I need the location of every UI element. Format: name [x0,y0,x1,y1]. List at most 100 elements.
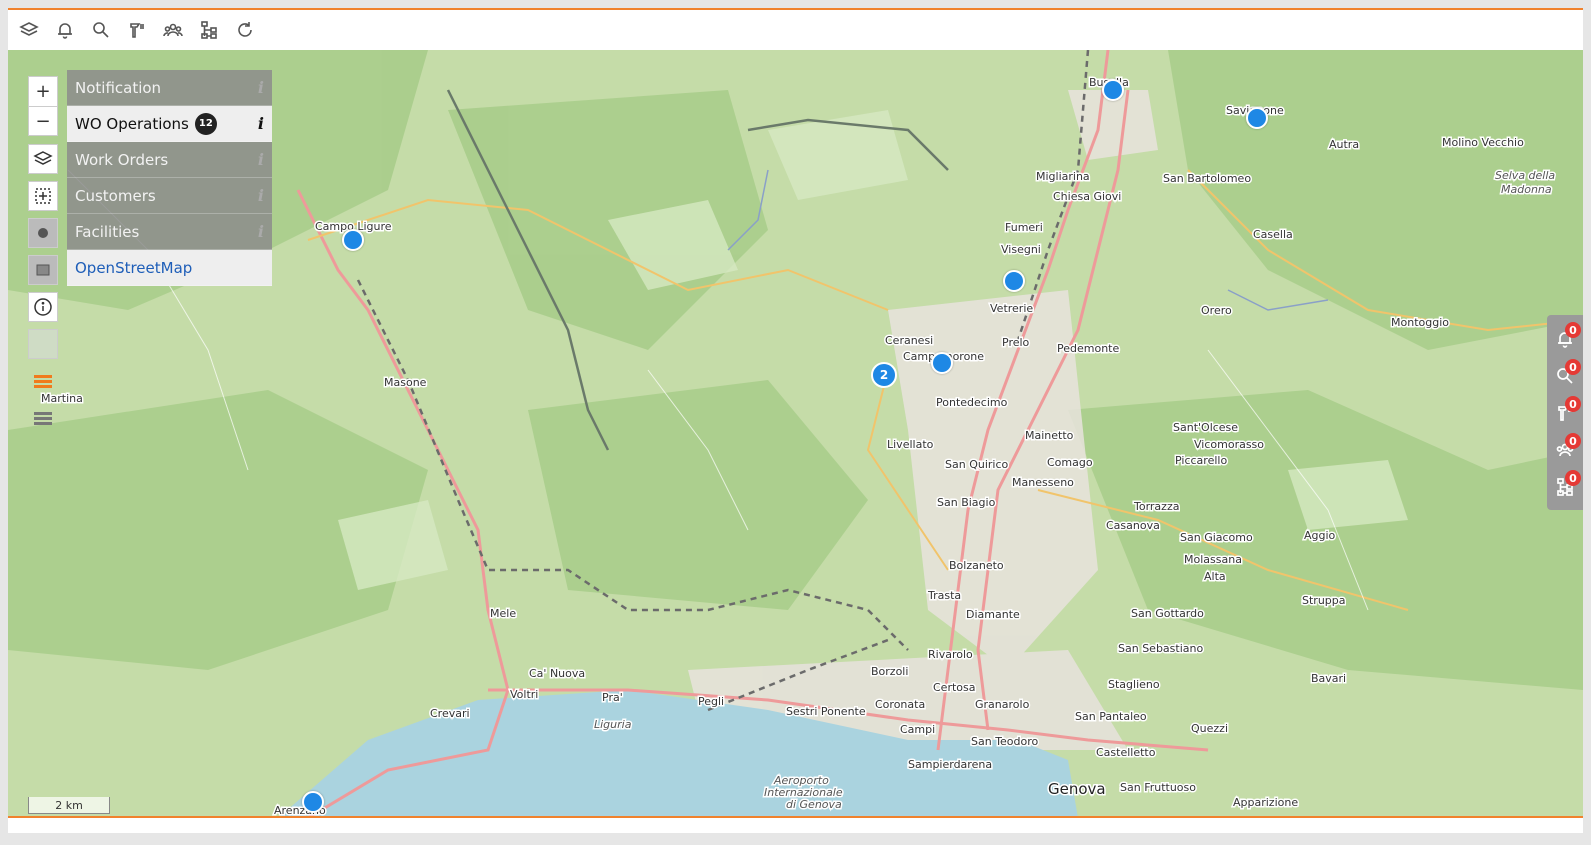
place-label: Pegli [698,695,724,708]
rectangle-icon [36,264,50,276]
gray-list-button[interactable] [28,403,58,433]
right-customers-button[interactable]: 0 [1547,431,1583,468]
layer-item-work-orders[interactable]: Work Orders i [67,142,272,178]
orange-list-button[interactable] [28,366,58,396]
place-label: Masone [384,376,427,389]
place-label: Voltri [510,688,538,701]
right-facilities-button[interactable]: 0 [1547,468,1583,505]
map-controls: + − [28,76,60,440]
info-icon[interactable]: i [258,114,264,133]
layer-label: Customers [75,186,156,205]
place-label: Pedemonte [1057,342,1119,355]
customers-icon [163,23,183,37]
place-label: San Bartolomeo [1163,172,1251,185]
info-icon[interactable]: i [258,78,264,97]
layer-item-facilities[interactable]: Facilities i [67,214,272,250]
place-label: Torrazza [1133,500,1179,513]
place-label: Orero [1201,304,1232,317]
place-label: Sampierdarena [908,758,992,771]
place-label: Comago [1047,456,1093,469]
zoom-extent-button[interactable] [28,181,58,211]
place-label: Castelletto [1096,746,1156,759]
place-label: Ceranesi [885,334,933,347]
customers-tool[interactable] [160,17,186,43]
search-tool[interactable] [88,17,114,43]
map-viewport[interactable]: Busalla Savignone Autra Molino Vecchio S… [8,50,1583,818]
place-label: Vicomorasso [1194,438,1264,451]
blank-tool-button[interactable] [28,329,58,359]
place-label: Pra' [602,691,623,704]
zoom-in-button[interactable]: + [28,76,58,106]
place-label: Montoggio [1391,316,1449,329]
place-label: Livellato [887,438,934,451]
right-counter-panel: 0 0 0 0 0 [1547,315,1583,510]
right-search-button[interactable]: 0 [1547,357,1583,394]
right-notifications-button[interactable]: 0 [1547,320,1583,357]
map-marker-savignone[interactable] [1246,107,1268,129]
map-marker-pontedecimo-north[interactable] [1003,270,1025,292]
zoom-out-button[interactable]: − [28,106,58,136]
place-label: Bavari [1311,672,1346,685]
place-label: San Sebastiano [1118,642,1203,655]
info-icon[interactable]: i [258,222,264,241]
place-label: Ca' Nuova [529,667,585,680]
place-label: Mainetto [1025,429,1074,442]
scale-bar: 2 km [28,797,110,814]
layers-tool[interactable] [16,17,42,43]
place-label: di Genova [786,798,842,811]
place-label: Casella [1253,228,1293,241]
layer-label: Facilities [75,222,140,241]
basemap-label: OpenStreetMap [75,258,193,277]
place-label: San Quirico [945,458,1009,471]
count-badge: 0 [1565,396,1581,412]
place-label: Sant'Olcese [1173,421,1238,434]
place-label: Staglieno [1108,678,1160,691]
count-badge: 0 [1565,359,1581,375]
map-marker-campo-ligure[interactable] [342,229,364,251]
place-label: Bolzaneto [949,559,1004,572]
info-icon [34,298,52,316]
layer-item-notification[interactable]: Notification i [67,70,272,106]
draw-rectangle-button[interactable] [28,255,58,285]
draw-point-button[interactable] [28,218,58,248]
place-label: Campi [900,723,935,736]
place-label: San Teodoro [971,735,1039,748]
place-label: Molino Vecchio [1442,136,1524,149]
layers-icon [19,22,39,36]
place-label: Coronata [875,698,925,711]
info-icon[interactable]: i [258,186,264,205]
place-label: Manesseno [1012,476,1074,489]
layer-item-wo-operations[interactable]: WO Operations 12 i [67,106,272,142]
place-label: Molassana [1184,553,1242,566]
place-label: Pontedecimo [936,396,1008,409]
map-cluster-marker[interactable]: 2 [871,362,897,388]
work-orders-tool[interactable] [124,17,150,43]
map-marker-busalla[interactable] [1102,79,1124,101]
place-label: Chiesa Giovi [1053,190,1121,203]
list-orange-icon [34,375,52,388]
place-label: San Giacomo [1180,531,1253,544]
place-label: Vetrerie [990,302,1033,315]
place-label: Selva della [1495,169,1555,182]
basemap-openstreetmap[interactable]: OpenStreetMap [67,250,272,286]
app-frame: Busalla Savignone Autra Molino Vecchio S… [8,8,1583,833]
place-label: Alta [1204,570,1226,583]
layer-item-customers[interactable]: Customers i [67,178,272,214]
layers-icon [33,151,53,165]
place-label: Apparizione [1233,796,1298,809]
refresh-tool[interactable] [232,17,258,43]
facilities-tool[interactable] [196,17,222,43]
right-work-orders-button[interactable]: 0 [1547,394,1583,431]
map-marker-campomorone[interactable] [931,352,953,374]
info-icon[interactable]: i [258,150,264,169]
layer-panel: Notification i WO Operations 12 i Work Or… [67,70,272,286]
notifications-tool[interactable] [52,17,78,43]
info-button[interactable] [28,292,58,322]
place-label: Granarolo [975,698,1030,711]
hierarchy-icon [201,21,217,39]
layer-switcher-button[interactable] [28,144,58,174]
place-label: Liguria [594,718,632,731]
place-label: Fumeri [1005,221,1043,234]
map-marker-arenzano[interactable] [302,791,324,813]
layer-label: WO Operations [75,114,189,133]
